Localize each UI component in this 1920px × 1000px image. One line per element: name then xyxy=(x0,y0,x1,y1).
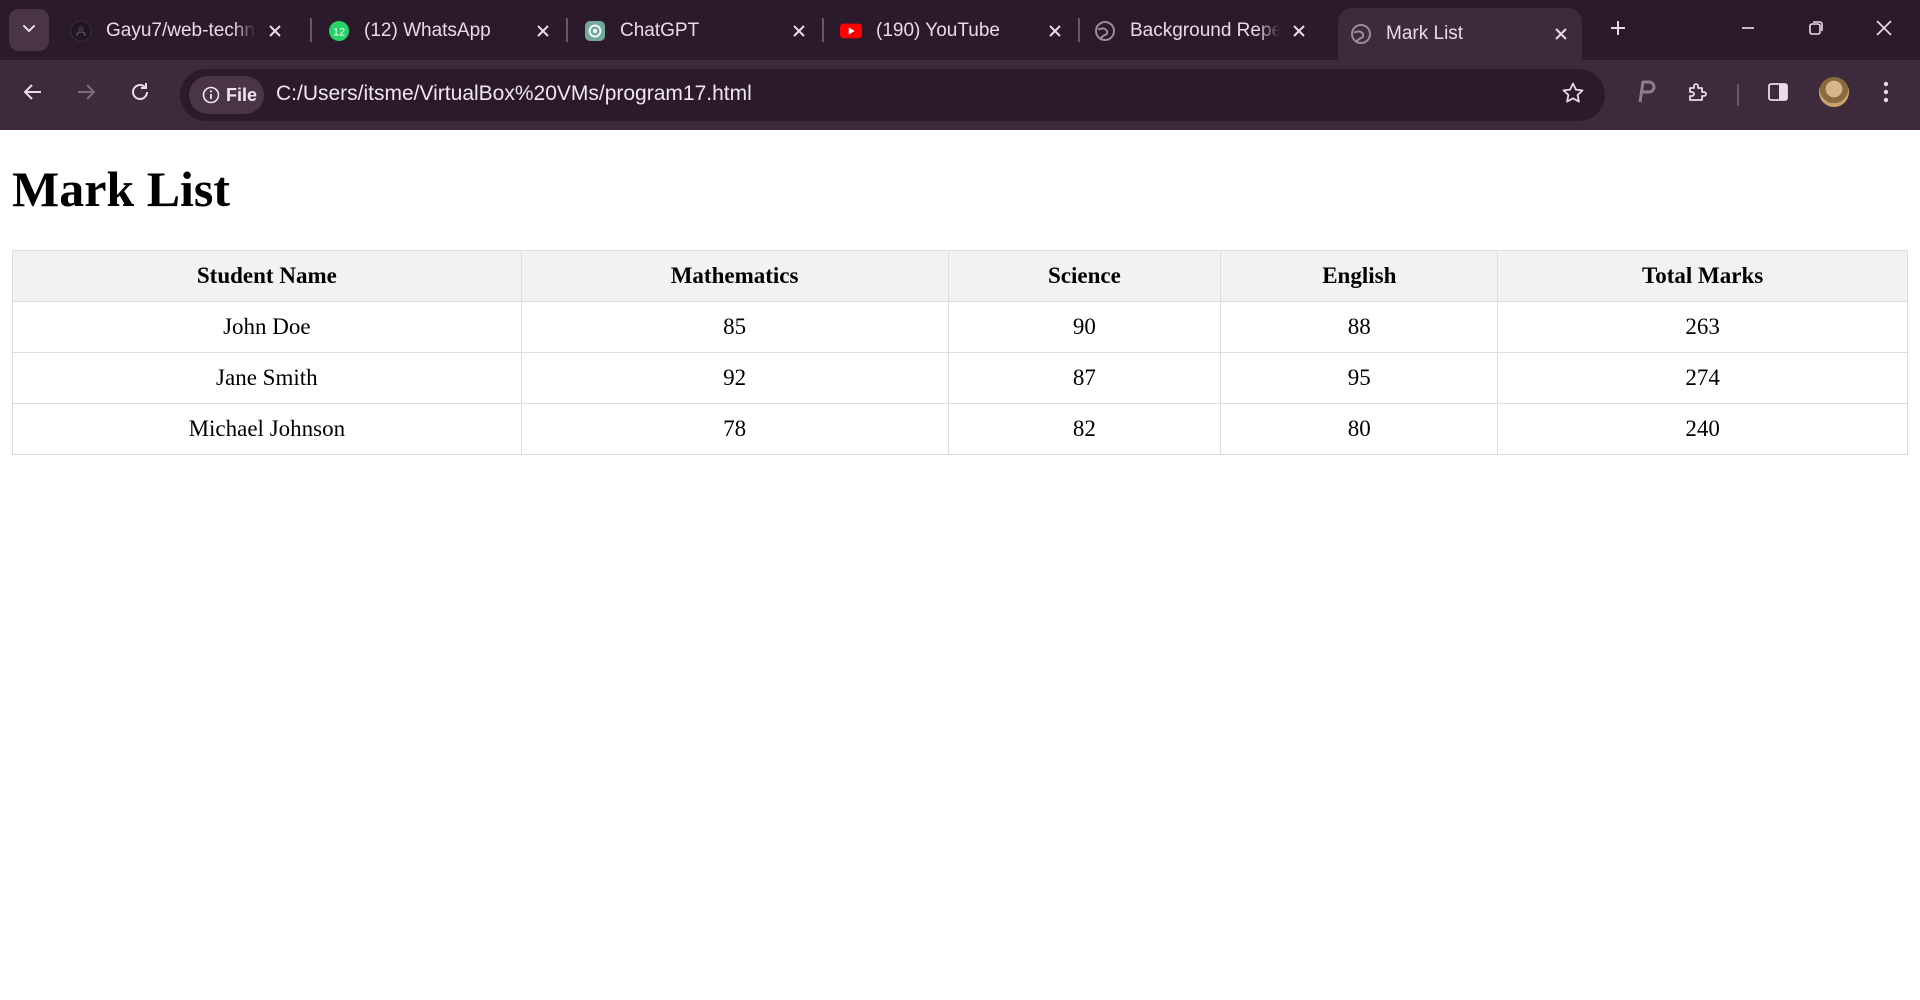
plus-icon xyxy=(1608,18,1628,43)
globe-icon xyxy=(1350,23,1372,45)
star-icon xyxy=(1561,81,1585,110)
table-cell: 78 xyxy=(520,403,949,455)
table-cell: 240 xyxy=(1497,403,1908,455)
table-cell: John Doe xyxy=(12,301,522,353)
side-panel-icon xyxy=(1767,81,1789,108)
table-cell: 92 xyxy=(520,352,949,404)
table-row: Jane Smith 92 87 95 274 xyxy=(12,352,1908,404)
tab-background-repeat[interactable]: Background Repeat xyxy=(1094,8,1320,54)
reload-button[interactable] xyxy=(120,74,160,114)
page-content: Mark List Student Name Mathematics Scien… xyxy=(0,130,1920,1000)
menu-button[interactable] xyxy=(1868,76,1904,112)
chevron-down-icon xyxy=(21,20,37,41)
tab-title: (190) YouTube xyxy=(876,20,1000,41)
chatgpt-icon xyxy=(584,20,606,42)
tab-youtube[interactable]: (190) YouTube xyxy=(840,8,1066,54)
close-window-button[interactable] xyxy=(1856,8,1912,52)
table-cell: Jane Smith xyxy=(12,352,522,404)
tab-separator xyxy=(822,18,824,42)
back-button[interactable] xyxy=(13,74,53,114)
toolbar-separator xyxy=(1737,84,1739,106)
table-cell: Michael Johnson xyxy=(12,403,522,455)
close-icon[interactable] xyxy=(1044,20,1066,42)
column-header: Mathematics xyxy=(520,250,949,302)
tab-separator xyxy=(566,18,568,42)
minimize-button[interactable] xyxy=(1720,8,1776,52)
p-logo-icon xyxy=(1634,80,1656,109)
restore-button[interactable] xyxy=(1788,8,1844,52)
table-cell: 82 xyxy=(947,403,1222,455)
table-row: John Doe 85 90 88 263 xyxy=(12,301,1908,353)
close-icon[interactable] xyxy=(532,20,554,42)
tab-mark-list[interactable]: Mark List xyxy=(1338,8,1582,60)
table-cell: 85 xyxy=(520,301,949,353)
tab-separator xyxy=(1078,18,1080,42)
youtube-icon xyxy=(840,20,862,42)
tab-title: (12) WhatsApp xyxy=(364,20,491,41)
table-cell: 87 xyxy=(947,352,1222,404)
url-text[interactable]: C:/Users/itsme/VirtualBox%20VMs/program1… xyxy=(276,82,752,106)
tab-search-button[interactable] xyxy=(9,9,49,51)
more-vertical-icon xyxy=(1883,81,1889,108)
close-icon[interactable] xyxy=(788,20,810,42)
reload-icon xyxy=(129,81,151,108)
new-tab-button[interactable] xyxy=(1600,12,1636,48)
tab-chatgpt[interactable]: ChatGPT xyxy=(584,8,810,54)
extension-pay-button[interactable] xyxy=(1627,76,1663,112)
restore-icon xyxy=(1807,19,1825,42)
info-icon xyxy=(202,86,220,104)
table-cell: 80 xyxy=(1220,403,1499,455)
address-bar[interactable]: File C:/Users/itsme/VirtualBox%20VMs/pro… xyxy=(180,69,1605,121)
table-row: Michael Johnson 78 82 80 240 xyxy=(12,403,1908,455)
puzzle-icon xyxy=(1686,80,1710,109)
chip-label: File xyxy=(226,84,258,105)
side-panel-button[interactable] xyxy=(1760,76,1796,112)
table-cell: 95 xyxy=(1220,352,1499,404)
site-info-chip[interactable]: File xyxy=(189,76,264,114)
arrow-right-icon xyxy=(75,81,97,108)
tab-title: Background Repeat xyxy=(1130,20,1280,41)
tab-separator xyxy=(310,18,312,42)
minimize-icon xyxy=(1740,20,1756,41)
tab-whatsapp[interactable]: 12 (12) WhatsApp xyxy=(328,8,554,54)
svg-text:12: 12 xyxy=(333,27,345,39)
globe-icon xyxy=(1094,20,1116,42)
arrow-left-icon xyxy=(22,81,44,108)
browser-toolbar: File C:/Users/itsme/VirtualBox%20VMs/pro… xyxy=(0,60,1920,130)
close-icon[interactable] xyxy=(264,20,286,42)
column-header: English xyxy=(1220,250,1499,302)
forward-button[interactable] xyxy=(66,74,106,114)
column-header: Science xyxy=(947,250,1222,302)
whatsapp-icon: 12 xyxy=(328,20,350,42)
tab-strip: Gayu7/web-technology 12 (12) WhatsApp Ch… xyxy=(0,0,1920,60)
table-cell: 88 xyxy=(1220,301,1499,353)
close-icon[interactable] xyxy=(1550,23,1572,45)
marks-table: Student Name Mathematics Science English… xyxy=(12,250,1908,455)
table-header-row: Student Name Mathematics Science English… xyxy=(12,250,1908,302)
column-header: Total Marks xyxy=(1497,250,1908,302)
tab-title: Mark List xyxy=(1386,23,1464,44)
tab-github[interactable]: Gayu7/web-technology xyxy=(70,8,296,54)
page-title: Mark List xyxy=(12,161,231,217)
github-icon xyxy=(70,20,92,42)
close-icon[interactable] xyxy=(1288,20,1310,42)
bookmark-star-button[interactable] xyxy=(1559,81,1587,109)
table-cell: 90 xyxy=(947,301,1222,353)
column-header: Student Name xyxy=(12,250,522,302)
table-cell: 263 xyxy=(1497,301,1908,353)
close-icon xyxy=(1875,19,1893,42)
profile-avatar[interactable] xyxy=(1819,77,1849,107)
tab-title: Gayu7/web-technology xyxy=(106,20,256,41)
tab-title: ChatGPT xyxy=(620,20,700,41)
table-cell: 274 xyxy=(1497,352,1908,404)
extensions-button[interactable] xyxy=(1680,76,1716,112)
